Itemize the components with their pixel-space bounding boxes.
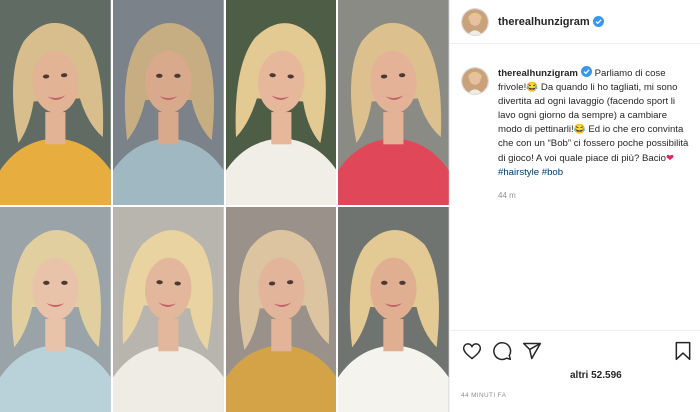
heart-icon[interactable]	[462, 341, 482, 361]
photo-1[interactable]	[0, 0, 111, 205]
post-caption: therealhunzigram Parliamo di cose frivol…	[461, 66, 693, 203]
comment-icon[interactable]	[492, 341, 512, 361]
photo-8[interactable]	[338, 207, 449, 412]
red-heart-emoji-icon: ❤	[666, 152, 675, 164]
verified-badge-icon	[592, 16, 604, 27]
hashtag-hairstyle[interactable]: #hairstyle	[498, 167, 539, 178]
post-sidebar: therealhunzigram therealhunzigram Parlia…	[449, 0, 700, 412]
caption-username[interactable]: therealhunzigram	[498, 68, 578, 79]
photo-6[interactable]	[112, 207, 224, 412]
laughing-emoji-icon: 😂	[573, 124, 586, 136]
post-timestamp: 44 MINUTI FA	[461, 392, 507, 399]
photo-7[interactable]	[225, 207, 337, 412]
post-header: therealhunzigram	[450, 0, 700, 44]
caption-time: 44 m	[498, 190, 516, 200]
hashtag-bob[interactable]: #bob	[542, 167, 563, 178]
photo-3[interactable]	[225, 0, 337, 205]
photo-4[interactable]	[338, 0, 449, 205]
likes-count[interactable]: altri 52.596	[570, 370, 622, 381]
share-icon[interactable]	[522, 341, 542, 361]
caption-text: therealhunzigram Parliamo di cose frivol…	[498, 66, 693, 203]
bookmark-icon[interactable]	[673, 341, 693, 361]
avatar[interactable]	[461, 7, 489, 36]
laughing-emoji-icon: 😂	[526, 82, 539, 94]
verified-badge-icon	[580, 66, 592, 77]
action-bar	[450, 330, 700, 368]
header-username[interactable]: therealhunzigram	[498, 16, 590, 28]
photo-2[interactable]	[112, 0, 224, 205]
photo-grid[interactable]	[0, 0, 449, 412]
photo-5[interactable]	[0, 207, 111, 412]
caption-avatar[interactable]	[461, 67, 489, 95]
